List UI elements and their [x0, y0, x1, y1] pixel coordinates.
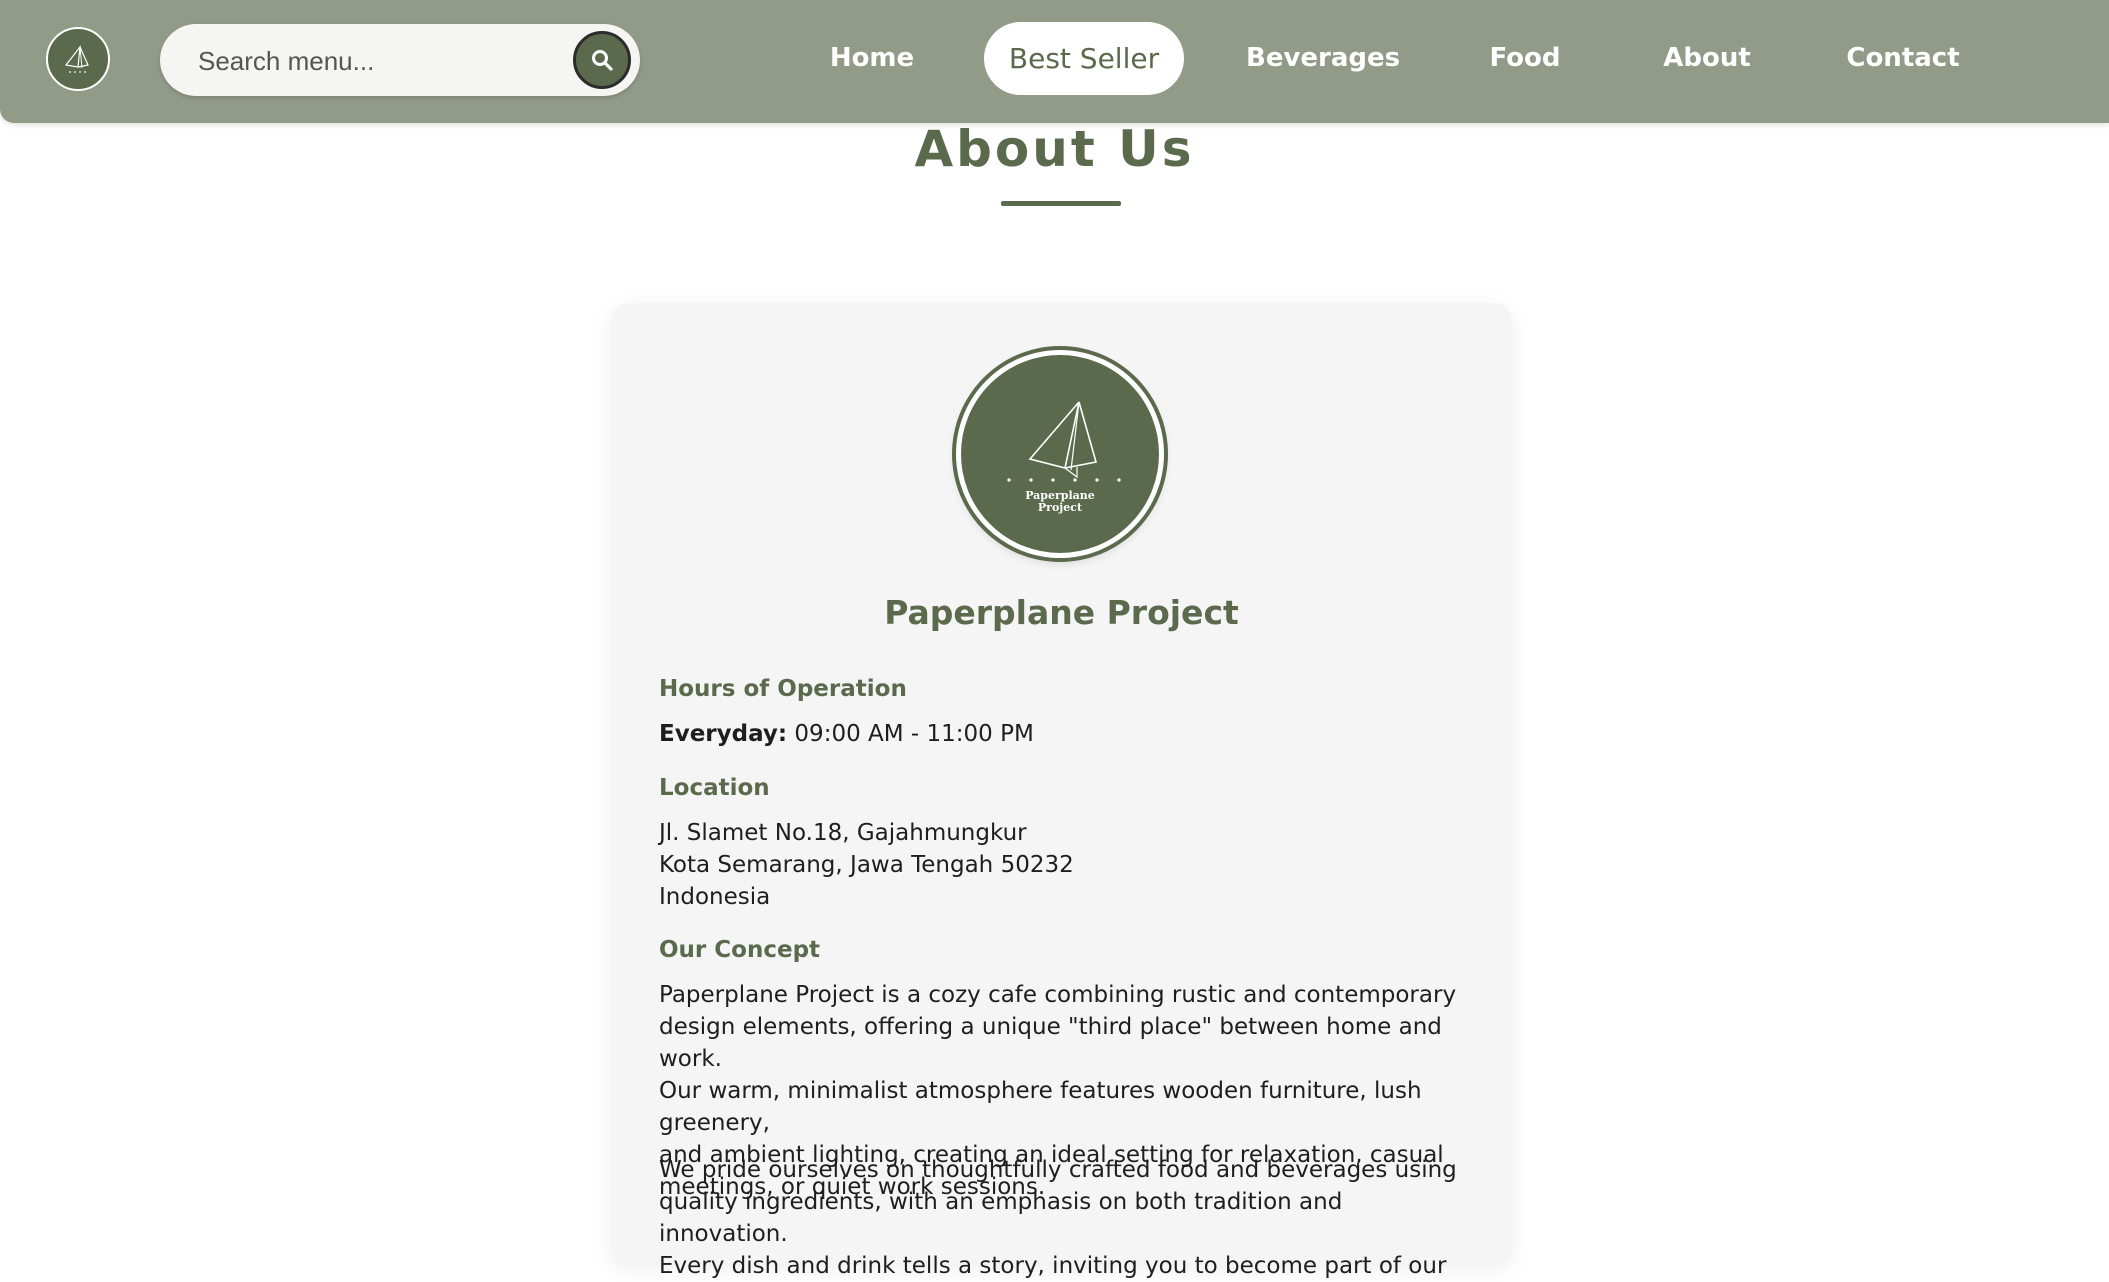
title-underline [1001, 201, 1121, 206]
text-line: Every dish and drink tells a story, invi… [659, 1253, 1447, 1279]
nav-links: Home Best Seller Beverages Food About Co… [0, 0, 2109, 123]
text-line: quality ingredients, with an emphasis on… [659, 1189, 1343, 1247]
location-heading: Location [659, 775, 770, 801]
hours-heading: Hours of Operation [659, 676, 907, 702]
page-title: About Us [914, 120, 1195, 178]
address-line: Jl. Slamet No.18, Gajahmungkur [659, 820, 1027, 846]
nav-beverages[interactable]: Beverages [1246, 22, 1400, 95]
concept-paragraph-2: We pride ourselves on thoughtfully craft… [659, 1154, 1474, 1282]
address-line: Kota Semarang, Jawa Tengah 50232 [659, 852, 1074, 878]
paper-plane-icon [1007, 401, 1121, 482]
nav-food[interactable]: Food [1480, 22, 1570, 95]
text-line: design elements, offering a unique "thir… [659, 1014, 1442, 1072]
logo-text-line2: Project [1037, 501, 1083, 514]
location-address: Jl. Slamet No.18, Gajahmungkur Kota Semar… [659, 817, 1474, 913]
nav-contact[interactable]: Contact [1845, 22, 1961, 95]
hours-value: 09:00 AM - 11:00 PM [794, 721, 1034, 747]
hours-label: Everyday: [659, 721, 788, 747]
navbar: Home Best Seller Beverages Food About Co… [0, 0, 2109, 123]
nav-about[interactable]: About [1655, 22, 1759, 95]
text-line: Our warm, minimalist atmosphere features… [659, 1078, 1422, 1136]
text-line: Paperplane Project is a cozy cafe combin… [659, 982, 1457, 1008]
text-line: We pride ourselves on thoughtfully craft… [659, 1157, 1457, 1183]
cafe-logo: Paperplane Project [956, 350, 1164, 558]
cafe-name: Paperplane Project [884, 593, 1239, 632]
nav-best-seller[interactable]: Best Seller [984, 22, 1184, 95]
address-line: Indonesia [659, 884, 771, 910]
hours-text: Everyday: 09:00 AM - 11:00 PM [659, 718, 1474, 750]
concept-heading: Our Concept [659, 937, 821, 963]
nav-home[interactable]: Home [812, 22, 932, 95]
about-card: Paperplane Project Paperplane Project Ho… [611, 303, 1512, 1279]
